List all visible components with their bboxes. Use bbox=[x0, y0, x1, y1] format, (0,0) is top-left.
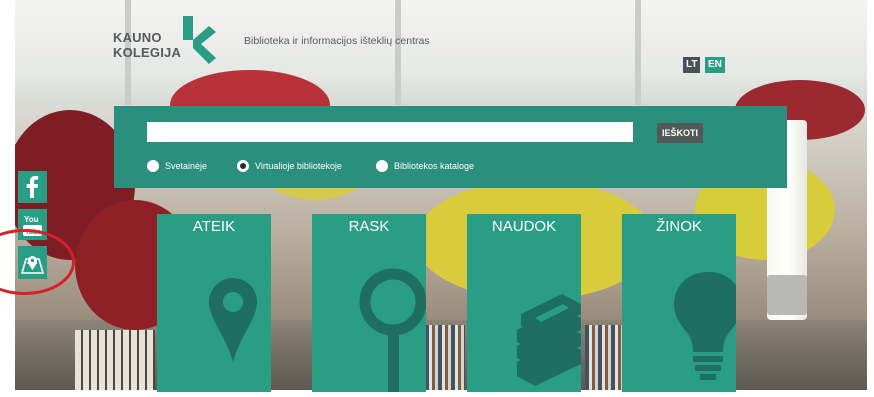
logo-k-mark-icon bbox=[183, 16, 216, 64]
search-button[interactable]: IEŠKOTI bbox=[657, 123, 703, 143]
tile-title: ATEIK bbox=[192, 218, 236, 235]
scope-radio-catalog[interactable]: Bibliotekos kataloge bbox=[376, 159, 474, 173]
radio-button[interactable] bbox=[147, 160, 159, 172]
tile-title: NAUDOK bbox=[491, 218, 557, 235]
facebook-icon bbox=[26, 176, 39, 198]
shelf-rack bbox=[75, 330, 155, 390]
logo[interactable]: KAUNO KOLEGIJA bbox=[113, 14, 216, 64]
magnifier-icon bbox=[359, 268, 426, 392]
search-panel: IEŠKOTI Svetainėje Virtualioje bibliotek… bbox=[114, 106, 787, 188]
logo-line-2: KOLEGIJA bbox=[113, 45, 182, 60]
search-input[interactable] bbox=[147, 122, 633, 142]
lightbulb-icon bbox=[674, 272, 736, 380]
tile-ateik[interactable]: ATEIK bbox=[157, 214, 271, 392]
radio-button[interactable] bbox=[376, 160, 388, 172]
book-stack-icon bbox=[517, 294, 581, 386]
radio-label: Bibliotekos kataloge bbox=[394, 161, 475, 171]
tile-title: ŽINOK bbox=[656, 218, 702, 235]
map-pin-icon bbox=[209, 278, 257, 362]
tile-rask[interactable]: RASK bbox=[312, 214, 426, 392]
window-post bbox=[635, 0, 641, 105]
scope-radio-website[interactable]: Svetainėje bbox=[147, 159, 207, 173]
radio-button-checked[interactable] bbox=[237, 160, 249, 172]
radio-label: Virtualioje bibliotekoje bbox=[255, 161, 342, 171]
radio-label: Svetainėje bbox=[165, 161, 208, 171]
window-post bbox=[395, 0, 401, 105]
language-en-button[interactable]: EN bbox=[705, 57, 725, 73]
tile-zinok[interactable]: ŽINOK bbox=[622, 214, 736, 392]
tile-naudok[interactable]: NAUDOK bbox=[467, 214, 581, 392]
scope-radio-virtual-library[interactable]: Virtualioje bibliotekoje bbox=[237, 159, 342, 173]
site-subtitle: Biblioteka ir informacijos išteklių cent… bbox=[244, 35, 430, 47]
lamp-base bbox=[767, 275, 807, 315]
logo-text: KAUNO KOLEGIJA bbox=[113, 30, 181, 60]
tile-title: RASK bbox=[348, 218, 390, 235]
language-lt-button[interactable]: LT bbox=[683, 57, 701, 73]
logo-line-1: KAUNO bbox=[113, 30, 162, 45]
facebook-button[interactable] bbox=[18, 171, 47, 203]
bookshelf bbox=[425, 325, 465, 390]
svg-text:You: You bbox=[24, 215, 39, 224]
